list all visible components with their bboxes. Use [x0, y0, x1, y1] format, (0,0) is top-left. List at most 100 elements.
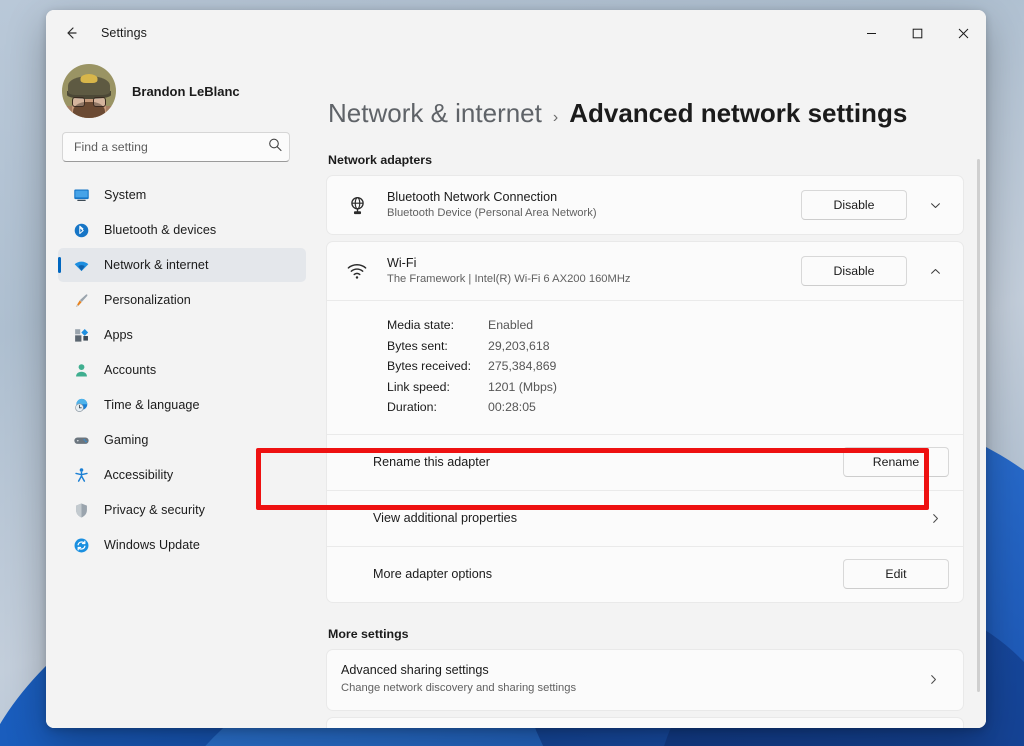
window-body: Brandon LeBlanc System Bluetooth & device…: [46, 56, 986, 728]
chevron-right-icon: [921, 512, 949, 525]
settings-text: Advanced sharing settings Change network…: [341, 662, 919, 696]
sidebar-item-system[interactable]: System: [58, 178, 306, 212]
settings-row[interactable]: Advanced sharing settings Change network…: [327, 650, 963, 710]
window-title: Settings: [101, 26, 147, 40]
breadcrumb: Network & internet › Advanced network se…: [328, 56, 964, 129]
settings-subtitle: Change network discovery and sharing set…: [341, 681, 919, 697]
title-bar: Settings: [46, 10, 986, 56]
bluetooth-icon: [72, 221, 90, 239]
sidebar-item-label: Apps: [104, 328, 133, 342]
sidebar-item-label: Bluetooth & devices: [104, 223, 216, 237]
detail-key: Link speed:: [387, 377, 488, 398]
maximize-button[interactable]: [894, 10, 940, 56]
disable-button[interactable]: Disable: [801, 190, 907, 220]
sidebar-item-label: System: [104, 188, 146, 202]
sidebar-item-label: Accessibility: [104, 468, 173, 482]
sidebar-item-apps[interactable]: Apps: [58, 318, 306, 352]
detail-value: 275,384,869: [488, 356, 556, 377]
sidebar-nav: System Bluetooth & devices Network & inter…: [58, 178, 306, 562]
detail-key: Bytes received:: [387, 356, 488, 377]
sidebar-item-label: Network & internet: [104, 258, 209, 272]
rename-button[interactable]: Rename: [843, 447, 949, 477]
action-row-more-adapter-options[interactable]: More adapter options Edit: [327, 547, 963, 602]
detail-line: Media state:Enabled: [387, 315, 963, 336]
sidebar-item-label: Personalization: [104, 293, 191, 307]
person-icon: [72, 361, 90, 379]
vertical-scrollbar[interactable]: [977, 159, 980, 692]
back-button[interactable]: [54, 18, 88, 48]
search-input[interactable]: [62, 132, 290, 162]
action-row-view-properties[interactable]: View additional properties: [327, 491, 963, 546]
window-controls: [848, 10, 986, 56]
action-row-rename[interactable]: Rename this adapter Rename: [327, 435, 963, 490]
settings-row[interactable]: Data usage: [327, 718, 963, 729]
gamepad-icon: [72, 431, 90, 449]
apps-icon: [72, 326, 90, 344]
account-block[interactable]: Brandon LeBlanc: [58, 56, 306, 132]
page-title: Advanced network settings: [569, 98, 907, 129]
settings-title: Advanced sharing settings: [341, 662, 919, 680]
update-icon: [72, 536, 90, 554]
maximize-icon: [912, 28, 923, 39]
chevron-up-icon[interactable]: [921, 257, 949, 285]
monitor-icon: [72, 186, 90, 204]
edit-button[interactable]: Edit: [843, 559, 949, 589]
chevron-down-icon[interactable]: [921, 191, 949, 219]
sidebar-item-bluetooth-devices[interactable]: Bluetooth & devices: [58, 213, 306, 247]
network-adapters-label: Network adapters: [328, 153, 964, 167]
sidebar-item-privacy-security[interactable]: Privacy & security: [58, 493, 306, 527]
detail-line: Duration:00:28:05: [387, 397, 963, 418]
more-settings-card-advanced-sharing[interactable]: Advanced sharing settings Change network…: [326, 649, 964, 711]
sidebar-item-label: Gaming: [104, 433, 148, 447]
detail-value: 00:28:05: [488, 397, 536, 418]
wifi-icon: [72, 256, 90, 274]
detail-value: 29,203,618: [488, 336, 550, 357]
sidebar-item-network-internet[interactable]: Network & internet: [58, 248, 306, 282]
sidebar-item-accounts[interactable]: Accounts: [58, 353, 306, 387]
shield-icon: [72, 501, 90, 519]
close-button[interactable]: [940, 10, 986, 56]
detail-key: Duration:: [387, 397, 488, 418]
sidebar-item-personalization[interactable]: Personalization: [58, 283, 306, 317]
chevron-right-icon: [919, 673, 947, 686]
account-name: Brandon LeBlanc: [132, 84, 240, 99]
minimize-icon: [866, 28, 877, 39]
close-icon: [958, 28, 969, 39]
action-label: View additional properties: [373, 511, 921, 525]
disable-button[interactable]: Disable: [801, 256, 907, 286]
more-settings-label: More settings: [328, 627, 964, 641]
adapter-details: Media state:EnabledBytes sent:29,203,618…: [327, 301, 963, 434]
accessibility-icon: [72, 466, 90, 484]
avatar: [62, 64, 116, 118]
minimize-button[interactable]: [848, 10, 894, 56]
detail-line: Bytes received:275,384,869: [387, 356, 963, 377]
breadcrumb-parent[interactable]: Network & internet: [328, 98, 542, 129]
paintbrush-icon: [72, 291, 90, 309]
more-settings-card-data-usage[interactable]: Data usage: [326, 717, 964, 729]
detail-value: 1201 (Mbps): [488, 377, 557, 398]
adapter-row[interactable]: Bluetooth Network Connection Bluetooth D…: [327, 176, 963, 234]
detail-value: Enabled: [488, 315, 533, 336]
adapter-description: The Framework | Intel(R) Wi-Fi 6 AX200 1…: [387, 272, 801, 287]
adapter-text: Wi-Fi The Framework | Intel(R) Wi-Fi 6 A…: [387, 255, 801, 287]
action-label: More adapter options: [373, 567, 843, 581]
sidebar-item-windows-update[interactable]: Windows Update: [58, 528, 306, 562]
sidebar-item-label: Privacy & security: [104, 503, 205, 517]
adapter-card-wifi: Wi-Fi The Framework | Intel(R) Wi-Fi 6 A…: [326, 241, 964, 603]
settings-window: Settings: [46, 10, 986, 728]
adapter-name: Bluetooth Network Connection: [387, 189, 801, 206]
adapter-row[interactable]: Wi-Fi The Framework | Intel(R) Wi-Fi 6 A…: [327, 242, 963, 300]
sidebar-item-label: Accounts: [104, 363, 156, 377]
detail-key: Media state:: [387, 315, 488, 336]
adapter-text: Bluetooth Network Connection Bluetooth D…: [387, 189, 801, 221]
sidebar-item-time-language[interactable]: Time & language: [58, 388, 306, 422]
sidebar-item-accessibility[interactable]: Accessibility: [58, 458, 306, 492]
network-globe-icon: [343, 195, 371, 216]
breadcrumb-separator: ›: [553, 109, 558, 127]
main-content: Network & internet › Advanced network se…: [318, 56, 986, 728]
sidebar-item-label: Time & language: [104, 398, 200, 412]
sidebar: Brandon LeBlanc System Bluetooth & device…: [46, 56, 318, 728]
sidebar-item-gaming[interactable]: Gaming: [58, 423, 306, 457]
back-arrow-icon: [63, 25, 79, 41]
adapter-description: Bluetooth Device (Personal Area Network): [387, 206, 801, 221]
